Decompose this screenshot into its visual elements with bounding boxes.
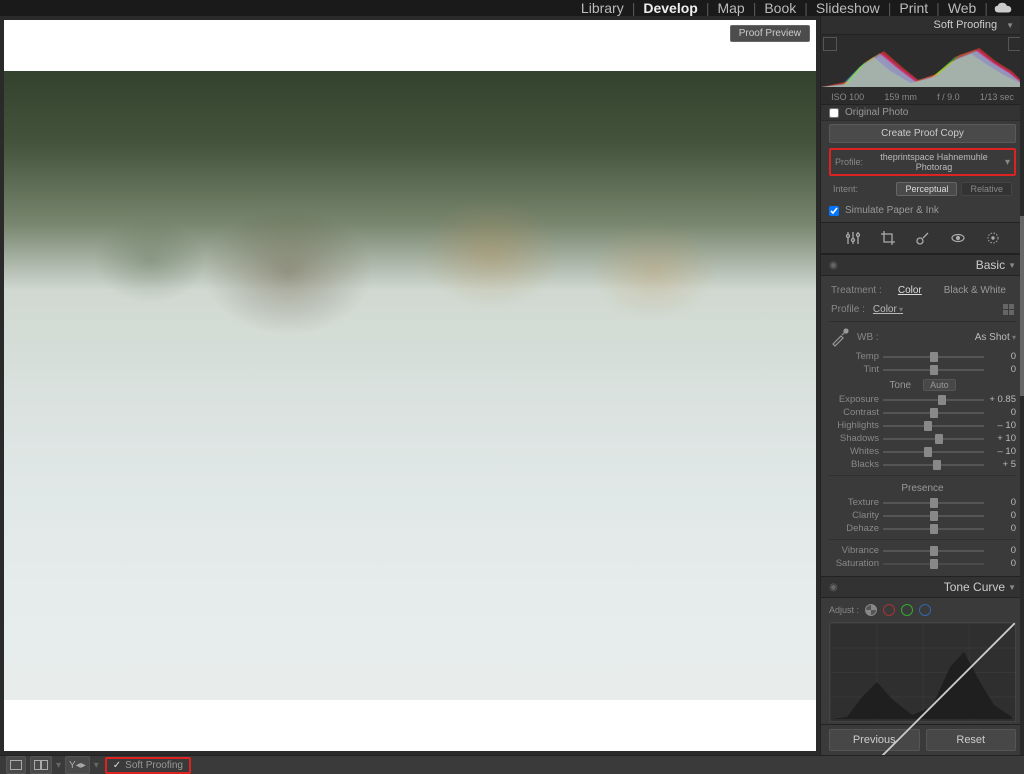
panel-scrollbar[interactable] <box>1020 16 1024 755</box>
soft-proofing-toggle[interactable]: ✓ Soft Proofing <box>105 757 191 774</box>
create-proof-copy-button[interactable]: Create Proof Copy <box>829 124 1016 143</box>
meta-focal: 159 mm <box>884 92 917 102</box>
toolbar-bottom: ▾ Y◂▸ ▾ ✓ Soft Proofing <box>0 755 1024 774</box>
blacks-slider[interactable]: Blacks+ 5 <box>829 458 1016 471</box>
histogram-metadata: ISO 100 159 mm f / 9.0 1/13 sec <box>821 92 1024 102</box>
simulate-checkbox[interactable] <box>829 206 839 216</box>
intent-label: Intent: <box>833 184 858 194</box>
tone-header: Tone Auto <box>829 376 1016 393</box>
eye-icon[interactable]: ◉ <box>829 582 838 593</box>
vibrance-slider[interactable]: Vibrance0 <box>829 544 1016 557</box>
curve-channel-blue[interactable] <box>919 604 931 616</box>
intent-relative-button[interactable]: Relative <box>961 182 1012 196</box>
whites-slider[interactable]: Whites– 10 <box>829 445 1016 458</box>
eyedropper-icon[interactable] <box>829 326 849 348</box>
histogram[interactable]: ISO 100 159 mm f / 9.0 1/13 sec <box>821 35 1024 105</box>
local-adjust-toolstrip <box>821 223 1024 254</box>
profile-label: Profile: <box>835 157 863 167</box>
exposure-slider[interactable]: Exposure+ 0.85 <box>829 393 1016 406</box>
soft-proofing-header[interactable]: Soft Proofing <box>821 16 1024 35</box>
image-canvas[interactable]: Proof Preview <box>4 20 816 751</box>
curve-channel-all[interactable] <box>865 604 877 616</box>
meta-iso: ISO 100 <box>831 92 864 102</box>
auto-tone-button[interactable]: Auto <box>923 379 956 391</box>
profile-dropdown[interactable]: Profile: theprintspace Hahnemuhle Photor… <box>829 148 1016 176</box>
highlights-slider[interactable]: Highlights– 10 <box>829 419 1016 432</box>
nav-map[interactable]: Map <box>709 0 752 16</box>
shadow-clipping-toggle[interactable] <box>823 37 837 51</box>
soft-proofing-title: Soft Proofing <box>933 19 997 31</box>
proof-preview-button[interactable]: Proof Preview <box>730 25 810 42</box>
tint-slider[interactable]: Tint 0 <box>829 363 1016 376</box>
saturation-slider[interactable]: Saturation0 <box>829 557 1016 570</box>
meta-aperture: f / 9.0 <box>937 92 960 102</box>
nav-slideshow[interactable]: Slideshow <box>808 0 888 16</box>
temp-slider[interactable]: Temp 0 <box>829 350 1016 363</box>
right-panel: Soft Proofing ISO 100 159 m <box>820 16 1024 755</box>
treatment-row: Treatment : Color Black & White <box>829 280 1016 301</box>
texture-slider[interactable]: Texture0 <box>829 496 1016 509</box>
original-photo-toggle[interactable]: Original Photo <box>821 105 1024 121</box>
nav-book[interactable]: Book <box>756 0 804 16</box>
profile-browser-icon[interactable] <box>1003 304 1014 315</box>
white-balance-row: WB : As Shot <box>829 322 1016 350</box>
meta-shutter: 1/13 sec <box>980 92 1014 102</box>
before-after-swap-button[interactable]: Y◂▸ <box>65 756 90 774</box>
chevron-down-icon <box>1005 260 1016 271</box>
sliders-icon[interactable] <box>844 229 862 247</box>
preview-area: Proof Preview <box>0 16 820 755</box>
photo-preview <box>4 71 816 700</box>
radial-mask-icon[interactable] <box>984 229 1002 247</box>
curve-channel-red[interactable] <box>883 604 895 616</box>
check-icon: ✓ <box>113 760 121 771</box>
nav-print[interactable]: Print <box>891 0 936 16</box>
simulate-paper-ink-toggle[interactable]: Simulate Paper & Ink <box>821 202 1024 223</box>
dehaze-slider[interactable]: Dehaze0 <box>829 522 1016 535</box>
loupe-view-button[interactable] <box>6 756 26 774</box>
basic-panel-header[interactable]: ◉ Basic <box>821 254 1024 276</box>
treatment-color[interactable]: Color <box>890 284 930 297</box>
healing-brush-icon[interactable] <box>914 229 932 247</box>
chevron-down-icon <box>1005 582 1016 593</box>
before-after-lr-button[interactable] <box>30 756 52 774</box>
chevron-down-icon <box>1003 19 1014 31</box>
original-photo-checkbox[interactable] <box>829 108 839 118</box>
wb-preset-dropdown[interactable]: As Shot <box>975 332 1016 343</box>
curve-channel-row: Adjust : <box>829 604 1016 620</box>
basic-profile-row[interactable]: Profile : Color <box>829 301 1016 322</box>
contrast-slider[interactable]: Contrast0 <box>829 406 1016 419</box>
tone-curve-header[interactable]: ◉ Tone Curve <box>821 576 1024 598</box>
profile-value: theprintspace Hahnemuhle Photorag <box>869 152 999 172</box>
presence-header: Presence <box>829 480 1016 496</box>
tone-curve-graph[interactable] <box>829 622 1016 722</box>
nav-develop[interactable]: Develop <box>635 0 705 16</box>
intent-perceptual-button[interactable]: Perceptual <box>896 182 957 196</box>
shadows-slider[interactable]: Shadows+ 10 <box>829 432 1016 445</box>
intent-row: Intent: Perceptual Relative <box>829 180 1016 198</box>
chevron-down-icon: ▾ <box>1005 157 1010 168</box>
nav-web[interactable]: Web <box>940 0 985 16</box>
eye-icon[interactable]: ◉ <box>829 260 838 271</box>
cloud-sync-icon[interactable] <box>994 2 1012 14</box>
module-picker: Library| Develop| Map| Book| Slideshow| … <box>0 0 1024 16</box>
nav-library[interactable]: Library <box>573 0 632 16</box>
crop-icon[interactable] <box>879 229 897 247</box>
treatment-bw[interactable]: Black & White <box>936 284 1014 297</box>
clarity-slider[interactable]: Clarity0 <box>829 509 1016 522</box>
curve-channel-green[interactable] <box>901 604 913 616</box>
redeye-icon[interactable] <box>949 229 967 247</box>
